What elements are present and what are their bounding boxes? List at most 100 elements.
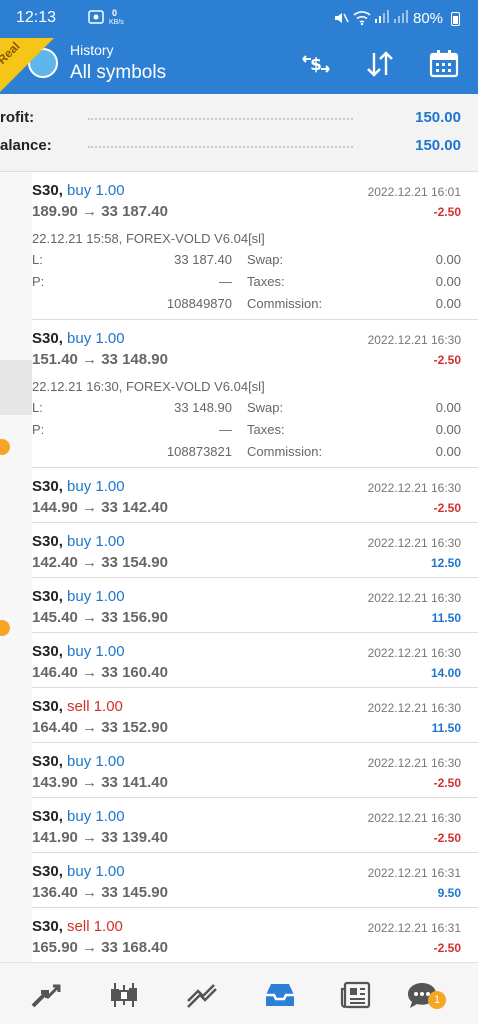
deal-prices: 144.90 → 33 142.40 — [32, 499, 168, 516]
deal-row[interactable]: S30, buy 1.00 142.40 → 33 154.90 2022.12… — [32, 523, 478, 578]
profit-value: 150.00 — [415, 109, 461, 126]
commission-value: 0.00 — [435, 444, 461, 459]
deal-row[interactable]: S30, buy 1.00 151.40 → 33 148.90 2022.12… — [32, 320, 478, 468]
deal-profit: 14.00 — [430, 666, 461, 680]
sl-value: 33 187.40 — [174, 252, 232, 267]
order-id: 108873821 — [166, 444, 232, 459]
deal-time: 2022.12.21 16:31 — [367, 921, 461, 935]
deal-side: buy 1.00 — [67, 478, 125, 495]
deal-prices: 145.40 → 33 156.90 — [32, 609, 168, 626]
swap-label: Swap: — [247, 400, 284, 415]
deal-prices: 146.40 → 33 160.40 — [32, 664, 168, 681]
taxes-label: Taxes: — [247, 422, 285, 437]
deal-side: buy 1.00 — [67, 863, 125, 880]
swap-value: 0.00 — [435, 400, 461, 415]
history-inbox-icon — [266, 984, 294, 1006]
bottom-navigation: 1 — [0, 962, 478, 1024]
deal-side: sell 1.00 — [67, 918, 123, 935]
taxes-value: 0.00 — [435, 274, 461, 289]
deal-prices: 165.90 → 33 168.40 — [32, 939, 168, 956]
sl-value: 33 148.90 — [174, 400, 232, 415]
calendar-icon — [429, 50, 459, 78]
sl-label: L: — [32, 400, 43, 415]
drawer-selected-item[interactable] — [0, 360, 32, 415]
chat-badge: 1 — [428, 991, 446, 1009]
deal-prices: 142.40 → 33 154.90 — [32, 554, 168, 571]
balance-row: alance: 150.00 — [0, 132, 478, 160]
tp-value: — — [219, 274, 232, 289]
signal-icon — [374, 10, 390, 27]
deal-open-info: 22.12.21 16:30, FOREX-VOLD V6.04[sl] — [32, 379, 265, 394]
symbol-filter-button[interactable]: $ — [296, 46, 336, 82]
deal-symbol: S30, buy 1.00 — [32, 588, 125, 605]
tp-label: P: — [32, 274, 45, 289]
deal-side: sell 1.00 — [67, 698, 123, 715]
deal-profit: 9.50 — [437, 886, 461, 900]
deal-profit: 12.50 — [430, 556, 461, 570]
deal-profit: -2.50 — [433, 941, 461, 955]
taxes-label: Taxes: — [247, 274, 285, 289]
deal-side: buy 1.00 — [67, 588, 125, 605]
deal-detail-row: 108873821 Commission: 0.00 — [32, 444, 478, 464]
deal-time: 2022.12.21 16:01 — [367, 185, 461, 199]
nav-news[interactable] — [336, 977, 376, 1013]
order-id: 108849870 — [166, 296, 232, 311]
header-title-small: History — [70, 42, 114, 58]
deal-symbol: S30, buy 1.00 — [32, 863, 125, 880]
drawer-notification-dot — [0, 439, 10, 455]
battery-percent: 80% — [413, 10, 444, 27]
deal-row[interactable]: S30, buy 1.00 136.40 → 33 145.90 2022.12… — [32, 853, 478, 908]
deal-row[interactable]: S30, buy 1.00 189.90 → 33 187.40 2022.12… — [32, 172, 478, 320]
deal-detail-row: 108849870 Commission: 0.00 — [32, 296, 478, 316]
deal-time: 2022.12.21 16:31 — [367, 866, 461, 880]
nav-history[interactable] — [260, 977, 300, 1013]
deal-prices: 136.40 → 33 145.90 — [32, 884, 168, 901]
deal-time: 2022.12.21 16:30 — [367, 536, 461, 550]
deal-row[interactable]: S30, buy 1.00 144.90 → 33 142.40 2022.12… — [32, 468, 478, 523]
deal-row[interactable]: S30, buy 1.00 145.40 → 33 156.90 2022.12… — [32, 578, 478, 633]
deal-detail-row: P: — Taxes: 0.00 — [32, 422, 478, 442]
nav-chart[interactable] — [104, 977, 144, 1013]
status-bar: 12:13 0 KB/s 80% — [0, 0, 478, 38]
deal-profit: 11.50 — [431, 721, 461, 735]
signal-2-icon — [393, 10, 409, 27]
trade-icon — [187, 984, 217, 1008]
deal-row[interactable]: S30, buy 1.00 143.90 → 33 141.40 2022.12… — [32, 743, 478, 798]
sort-button[interactable] — [360, 46, 400, 82]
deal-row[interactable]: S30, sell 1.00 164.40 → 33 152.90 2022.1… — [32, 688, 478, 743]
dotted-leader — [88, 146, 353, 148]
deal-row[interactable]: S30, buy 1.00 146.40 → 33 160.40 2022.12… — [32, 633, 478, 688]
deal-side: buy 1.00 — [67, 753, 125, 770]
deal-row[interactable]: S30, buy 1.00 141.90 → 33 139.40 2022.12… — [32, 798, 478, 853]
deal-side: buy 1.00 — [67, 182, 125, 199]
deal-symbol: S30, buy 1.00 — [32, 808, 125, 825]
swap-value: 0.00 — [435, 252, 461, 267]
deal-profit: 11.50 — [431, 611, 461, 625]
deal-detail-row: P: — Taxes: 0.00 — [32, 274, 478, 294]
sort-arrows-icon — [367, 51, 393, 77]
wifi-icon — [353, 10, 371, 29]
deal-prices: 164.40 → 33 152.90 — [32, 719, 168, 736]
deal-profit: -2.50 — [433, 501, 461, 515]
balance-label: alance: — [0, 137, 52, 154]
header-title[interactable]: All symbols — [70, 62, 166, 84]
deal-symbol: S30, buy 1.00 — [32, 182, 125, 199]
profit-row: rofit: 150.00 — [0, 104, 478, 132]
deal-prices: 141.90 → 33 139.40 — [32, 829, 168, 846]
quotes-icon — [31, 984, 61, 1008]
swap-label: Swap: — [247, 252, 284, 267]
news-icon — [340, 981, 371, 1009]
deals-list[interactable]: S30, buy 1.00 189.90 → 33 187.40 2022.12… — [32, 172, 478, 963]
deal-symbol: S30, buy 1.00 — [32, 753, 125, 770]
deal-detail-row: L: 33 148.90 Swap: 0.00 — [32, 400, 478, 420]
calendar-button[interactable] — [424, 46, 464, 82]
deal-symbol: S30, buy 1.00 — [32, 330, 125, 347]
nav-quotes[interactable] — [26, 977, 66, 1013]
nav-trade[interactable] — [182, 977, 222, 1013]
deal-row[interactable]: S30, sell 1.00 165.90 → 33 168.40 2022.1… — [32, 908, 478, 963]
deal-profit: -2.50 — [433, 205, 461, 219]
currency-exchange-icon: $ — [302, 55, 330, 75]
deal-time: 2022.12.21 16:30 — [367, 591, 461, 605]
sl-label: L: — [32, 252, 43, 267]
deal-symbol: S30, buy 1.00 — [32, 643, 125, 660]
